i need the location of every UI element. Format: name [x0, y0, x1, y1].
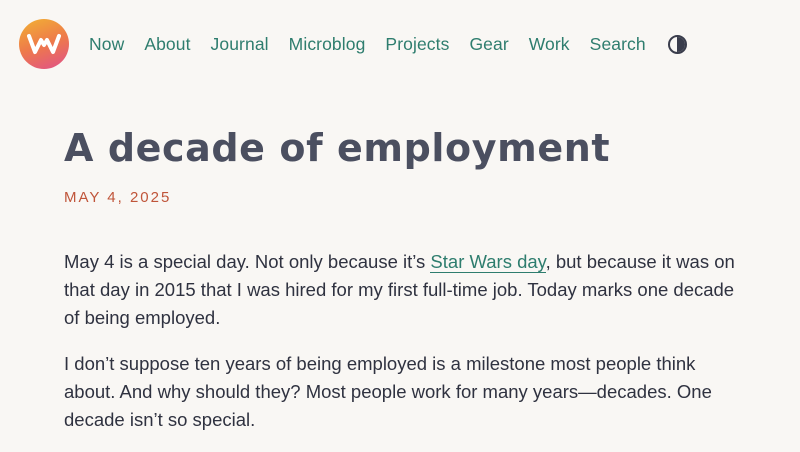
site-header: Now About Journal Microblog Projects Gea… [0, 0, 800, 90]
paragraph-1: May 4 is a special day. Not only because… [64, 248, 744, 332]
site-logo[interactable] [19, 19, 69, 69]
nav-link-now[interactable]: Now [89, 34, 124, 55]
paragraph-1-text-start: May 4 is a special day. Not only because… [64, 251, 431, 272]
contrast-icon[interactable] [667, 34, 687, 54]
nav-link-projects[interactable]: Projects [385, 34, 449, 55]
article-body: May 4 is a special day. Not only because… [64, 248, 744, 452]
nav-link-journal[interactable]: Journal [211, 34, 269, 55]
nav-link-about[interactable]: About [144, 34, 190, 55]
main-nav: Now About Journal Microblog Projects Gea… [89, 32, 687, 56]
logo-mark-icon [27, 34, 61, 54]
star-wars-day-link[interactable]: Star Wars day [430, 251, 546, 273]
post-date: MAY 4, 2025 [64, 189, 172, 206]
nav-link-work[interactable]: Work [529, 34, 570, 55]
page-title: A decade of employment [64, 126, 611, 170]
nav-link-gear[interactable]: Gear [469, 34, 508, 55]
paragraph-2: I don’t suppose ten years of being emplo… [64, 353, 712, 430]
nav-link-microblog[interactable]: Microblog [289, 34, 366, 55]
nav-link-search[interactable]: Search [590, 34, 646, 55]
